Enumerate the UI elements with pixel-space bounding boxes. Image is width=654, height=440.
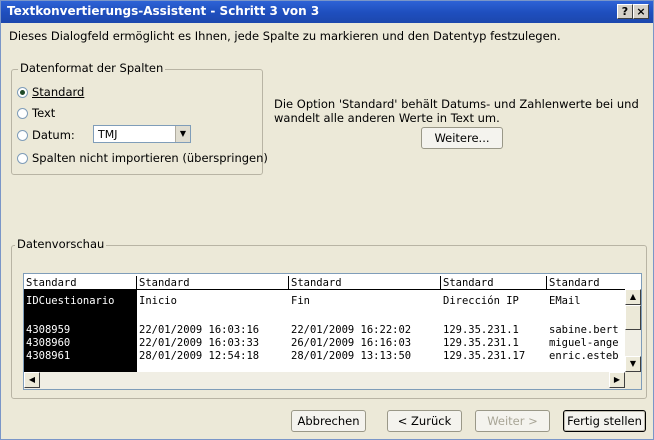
table-cell: 4308959 [26,324,71,336]
table-cell: 22/01/2009 16:03:33 [139,337,260,349]
table-cell: miguel-ange [549,337,619,349]
scroll-corner [625,372,641,389]
table-cell: 4308960 [26,337,71,349]
data-preview[interactable]: Standard Standard Standard Standard Stan… [23,273,642,390]
horizontal-scrollbar[interactable]: ◀ ▶ [24,372,625,389]
column-header[interactable]: Standard [289,276,441,290]
date-format-select[interactable]: TMJ ▼ [93,125,191,143]
radio-skip-column[interactable]: Spalten nicht importieren (überspringen) [17,151,268,165]
radio-label-standard: Standard [32,85,85,99]
radio-date[interactable]: Datum: [17,128,75,142]
help-button[interactable]: ? [617,4,633,19]
preview-grid[interactable]: Standard Standard Standard Standard Stan… [24,274,625,372]
table-cell: Inicio [139,295,177,307]
table-cell: enric.esteb [549,350,619,362]
radio-text[interactable]: Text [17,106,55,120]
table-cell: 129.35.231.1 [443,324,519,336]
preview-group-label: Datenvorschau [15,237,107,251]
scroll-down-icon[interactable]: ▼ [625,356,641,372]
dialog-window: Textkonvertierungs-Assistent - Schritt 3… [0,0,654,440]
radio-standard[interactable]: Standard [17,85,84,99]
scroll-up-icon[interactable]: ▲ [625,289,641,305]
column-header[interactable]: Standard [547,276,625,290]
column-header[interactable]: Standard [137,276,289,290]
column-header[interactable]: Standard [441,276,547,290]
column-header[interactable]: Standard [24,276,137,290]
close-button[interactable]: × [633,4,649,19]
scroll-track[interactable] [40,372,560,388]
date-format-value: TMJ [98,128,118,141]
scroll-right-icon[interactable]: ▶ [609,372,625,388]
table-cell: 26/01/2009 16:16:03 [291,337,412,349]
table-cell: 22/01/2009 16:03:16 [139,324,260,336]
table-cell: IDCuestionario [26,295,115,307]
dialog-description: Dieses Dialogfeld ermöglicht es Ihnen, j… [9,29,561,43]
scroll-thumb[interactable] [625,305,641,330]
table-cell: 28/01/2009 12:54:18 [139,350,260,362]
table-cell: 28/01/2009 13:13:50 [291,350,412,362]
window-title: Textkonvertierungs-Assistent - Schritt 3… [7,4,320,18]
table-cell: 129.35.231.1 [443,337,519,349]
cancel-button[interactable]: Abbrechen [291,410,366,432]
more-button[interactable]: Weitere... [421,127,503,149]
title-bar[interactable]: Textkonvertierungs-Assistent - Schritt 3… [1,1,653,23]
table-cell: sabine.bert [549,324,619,336]
chevron-down-icon[interactable]: ▼ [175,126,190,142]
table-cell: Dirección IP [443,295,519,307]
table-cell: 22/01/2009 16:22:02 [291,324,412,336]
table-cell: 129.35.231.17 [443,350,526,362]
table-cell: EMail [549,295,581,307]
finish-button[interactable]: Fertig stellen [563,410,646,432]
table-cell: Fin [291,295,310,307]
table-cell: 4308961 [26,350,71,362]
radio-label-date: Datum: [32,128,75,142]
radio-label-skip: Spalten nicht importieren (überspringen) [32,151,268,165]
vertical-scrollbar[interactable]: ▲ ▼ [625,289,641,372]
radio-label-text: Text [32,106,56,120]
radio-button[interactable] [17,86,28,98]
radio-button[interactable] [17,152,28,164]
radio-button[interactable] [17,107,28,119]
back-button[interactable]: < Zurück [387,410,462,432]
info-text: Die Option 'Standard' behält Datums- und… [274,97,639,125]
radio-button[interactable] [17,129,28,141]
format-group-label: Datenformat der Spalten [18,61,166,75]
scroll-left-icon[interactable]: ◀ [24,372,40,388]
next-button[interactable]: Weiter > [475,410,550,432]
